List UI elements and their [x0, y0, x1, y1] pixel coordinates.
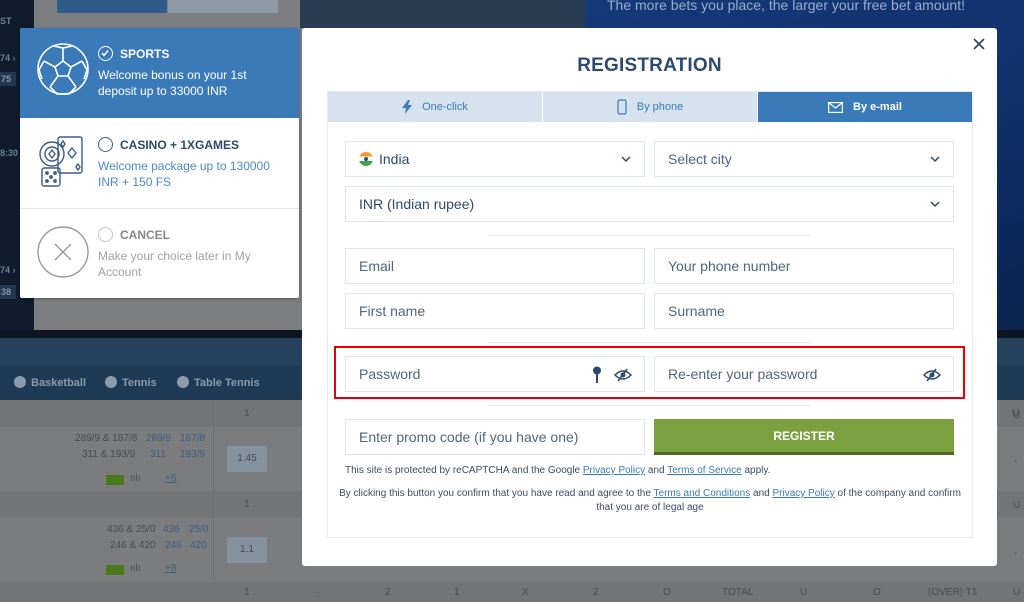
india-flag-icon [359, 152, 373, 166]
bonus-option-cancel[interactable]: CANCEL Make your choice later in My Acco… [20, 209, 299, 298]
sports-nav-item[interactable]: Tennis [105, 376, 157, 389]
city-select[interactable]: Select city [654, 141, 954, 177]
registration-form: One-click By phone By e-mail India Selec… [327, 91, 973, 538]
bonus-option-desc: Welcome package up to 130000 INR + 150 F… [98, 159, 270, 189]
bg-strip-chip: 75 [0, 72, 16, 86]
sports-nav-item[interactable]: Table Tennis [177, 376, 260, 389]
bg-strip-text: 74 › [0, 265, 16, 275]
chevron-down-icon [930, 201, 940, 208]
bg-strip-text: 8:30 [0, 148, 19, 158]
lightning-icon [402, 100, 413, 114]
bg-tab [168, 0, 278, 13]
tab-by-phone[interactable]: By phone [543, 92, 758, 122]
bonus-option-title: CANCEL [120, 228, 170, 242]
radio-unchecked-icon[interactable] [98, 227, 113, 242]
stats-icon[interactable]: ıılı [130, 473, 141, 484]
cancel-circle-icon [36, 225, 90, 279]
divider [488, 235, 811, 236]
country-select[interactable]: India [345, 141, 645, 177]
divider [488, 342, 811, 343]
stats-icon[interactable]: ıılı [130, 563, 141, 574]
bg-tab [57, 0, 167, 13]
bonus-chooser: SPORTS Welcome bonus on your 1st deposit… [20, 28, 299, 298]
register-button[interactable]: REGISTER [654, 419, 954, 455]
field-icon [106, 475, 124, 485]
bg-column-divider [213, 400, 214, 580]
table-tennis-icon [177, 376, 189, 388]
first-name-input[interactable]: First name [345, 293, 645, 329]
privacy-policy-link[interactable]: Privacy Policy [772, 488, 834, 499]
terms-of-service-link[interactable]: Terms of Service [667, 465, 741, 476]
envelope-icon [828, 101, 844, 113]
phone-input[interactable]: Your phone number [654, 248, 954, 284]
divider [488, 405, 811, 406]
casino-chips-cards-icon [36, 134, 90, 188]
registration-tabs: One-click By phone By e-mail [328, 92, 972, 122]
close-icon[interactable] [969, 34, 989, 54]
basketball-icon [14, 376, 26, 388]
email-input[interactable]: Email [345, 248, 645, 284]
bonus-option-desc: Welcome bonus on your 1st deposit up to … [98, 68, 247, 98]
tab-one-click[interactable]: One-click [328, 92, 543, 122]
bonus-option-sports[interactable]: SPORTS Welcome bonus on your 1st deposit… [20, 28, 299, 118]
registration-modal: REGISTRATION One-click By phone By e-mai… [302, 28, 997, 566]
chevron-down-icon [621, 156, 631, 163]
soccer-ball-icon [36, 42, 90, 96]
radio-unchecked-icon[interactable] [98, 137, 113, 152]
promo-code-input[interactable]: Enter promo code (if you have one) [345, 419, 645, 455]
privacy-policy-link[interactable]: Privacy Policy [583, 465, 645, 476]
tennis-icon [105, 376, 117, 388]
surname-input[interactable]: Surname [654, 293, 954, 329]
field-icon [106, 565, 124, 575]
bonus-option-title: CASINO + 1XGAMES [120, 138, 240, 152]
currency-select[interactable]: INR (Indian rupee) [345, 186, 954, 222]
modal-title: REGISTRATION [577, 55, 722, 76]
bonus-option-title: SPORTS [120, 47, 170, 61]
password-fields-highlight [334, 346, 965, 399]
chevron-down-icon [930, 156, 940, 163]
bg-strip-chip: 38 [0, 285, 16, 299]
odds-button[interactable]: 1.45 [227, 446, 267, 472]
tab-by-email[interactable]: By e-mail [758, 92, 972, 122]
terms-and-conditions-link[interactable]: Terms and Conditions [654, 488, 751, 499]
odds-button[interactable]: 1.1 [227, 537, 267, 563]
promo-banner-text: The more bets you place, the larger your… [607, 0, 965, 13]
phone-icon [617, 99, 627, 115]
table-footer-row: 1 - 2 1 X 2 O TOTAL U O (OVER) T1 U [0, 582, 1024, 602]
background-image [300, 0, 585, 28]
consent-note: By clicking this button you confirm that… [339, 488, 961, 513]
recaptcha-note: This site is protected by reCAPTCHA and … [345, 465, 771, 476]
bonus-option-casino[interactable]: CASINO + 1XGAMES Welcome package up to 1… [20, 118, 299, 208]
bonus-option-desc: Make your choice later in My Account [98, 249, 251, 279]
radio-checked-icon[interactable] [98, 46, 113, 61]
bg-strip-text: 74 › [0, 53, 16, 63]
bg-strip-text: ST [0, 16, 12, 26]
sports-nav-item[interactable]: Basketball [14, 376, 86, 389]
